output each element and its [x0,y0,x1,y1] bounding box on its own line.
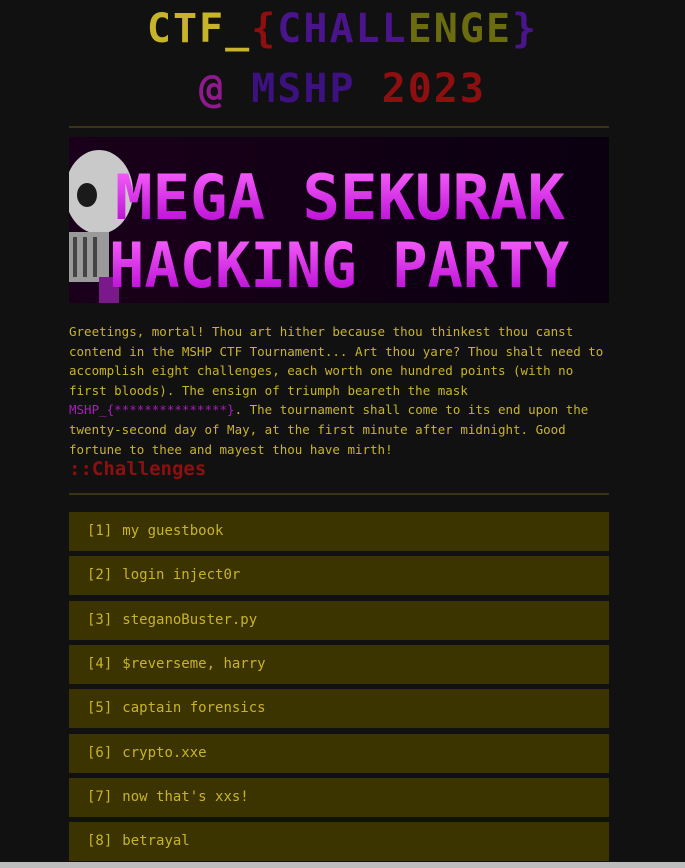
site-title: CTF_{CHALLENGE} [0,6,685,52]
challenge-item[interactable]: [8] betrayal [69,822,609,861]
challenge-item[interactable]: [7] now that's xxs! [69,778,609,817]
challenge-index: [2] [87,567,113,583]
challenge-index: [8] [87,833,113,849]
hacking-party-banner: MEGA SEKURAK HACKING PARTY [69,137,609,303]
title-chall: CHALL [277,6,408,52]
intro-text-before: Greetings, mortal! Thou art hither becau… [69,324,604,398]
challenge-index: [3] [87,612,113,628]
challenge-index: [7] [87,789,113,805]
challenge-item[interactable]: [6] crypto.xxe [69,734,609,773]
title-enge: ENGE [407,6,513,52]
title-brace-close: } [512,6,539,52]
challenge-name: crypto.xxe [122,745,207,761]
challenge-name: captain forensics [122,700,266,716]
horizontal-scrollbar[interactable] [0,862,685,868]
title-brace-open: { [251,6,278,52]
challenge-name: steganoBuster.py [122,612,258,628]
banner-line-2: HACKING PARTY [109,229,570,302]
challenge-name: login inject0r [122,567,241,583]
divider [69,126,609,128]
challenge-index: [6] [87,745,113,761]
banner-line-1: MEGA SEKURAK [115,161,566,234]
challenge-index: [4] [87,656,113,672]
flag-format: MSHP_{***************} [69,402,235,418]
challenge-item[interactable]: [2] login inject0r [69,556,609,595]
challenge-name: now that's xxs! [122,789,249,805]
subtitle-year: 2023 [381,66,486,112]
challenge-name: betrayal [122,833,190,849]
challenge-name: my guestbook [122,523,224,539]
challenges-heading: ::Challenges [69,458,207,480]
challenge-name: $reverseme, harry [122,656,266,672]
intro-paragraph: Greetings, mortal! Thou art hither becau… [69,322,614,459]
challenge-index: [1] [87,523,113,539]
challenge-item[interactable]: [1] my guestbook [69,512,609,551]
site-subtitle: @ MSHP 2023 [0,66,685,112]
challenge-item[interactable]: [5] captain forensics [69,689,609,728]
challenge-item[interactable]: [3] steganoBuster.py [69,601,609,640]
challenge-index: [5] [87,700,113,716]
subtitle-at: @ [199,66,226,112]
challenge-item[interactable]: [4] $reverseme, harry [69,645,609,684]
subtitle-mshp: MSHP [251,66,356,112]
title-ctf: CTF_ [146,6,252,52]
divider [69,493,609,495]
